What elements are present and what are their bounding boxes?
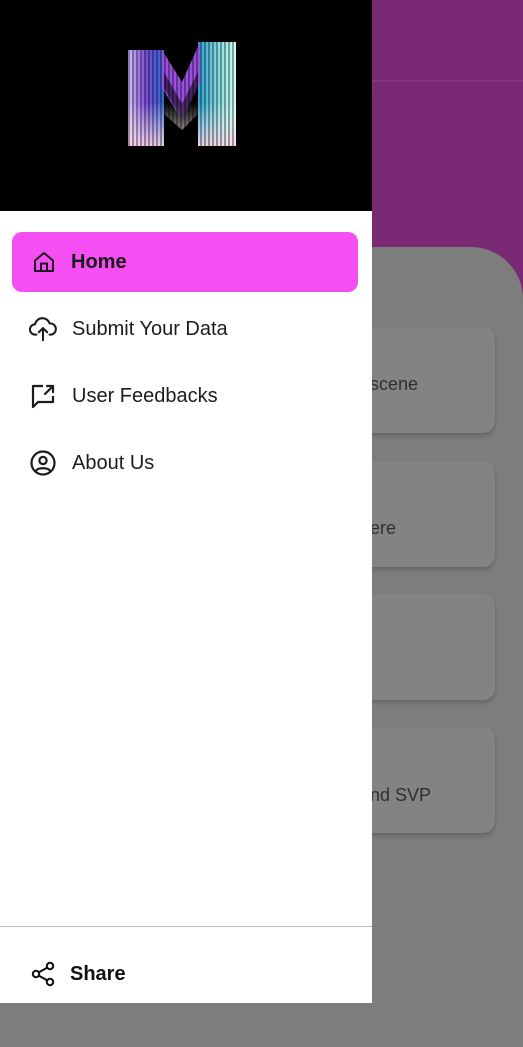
feature-card-text: scene <box>370 374 419 394</box>
home-icon <box>30 248 58 276</box>
feedback-icon <box>29 382 57 410</box>
drawer-header <box>0 0 372 211</box>
app-header-divider <box>372 80 523 82</box>
feature-card-text: ere <box>370 518 397 538</box>
navigation-drawer: Home Submit Your Data User Feedbacks Abo… <box>0 0 372 1003</box>
share-icon <box>29 960 57 988</box>
drawer-item-submit-data[interactable]: Submit Your Data <box>12 299 358 359</box>
drawer-item-home[interactable]: Home <box>12 232 358 292</box>
feature-card-text: nd SVP <box>370 785 432 805</box>
app-logo <box>128 42 236 146</box>
drawer-item-label: User Feedbacks <box>72 384 218 407</box>
cloud-upload-icon <box>29 315 57 343</box>
share-label: Share <box>70 962 126 985</box>
share-button[interactable]: Share <box>12 950 212 998</box>
drawer-item-label: About Us <box>72 451 155 474</box>
drawer-item-label: Submit Your Data <box>72 317 228 340</box>
drawer-divider <box>0 926 372 927</box>
account-circle-icon <box>29 449 57 477</box>
drawer-item-about-us[interactable]: About Us <box>12 433 358 493</box>
drawer-item-user-feedbacks[interactable]: User Feedbacks <box>12 366 358 426</box>
drawer-item-label: Home <box>71 250 127 273</box>
